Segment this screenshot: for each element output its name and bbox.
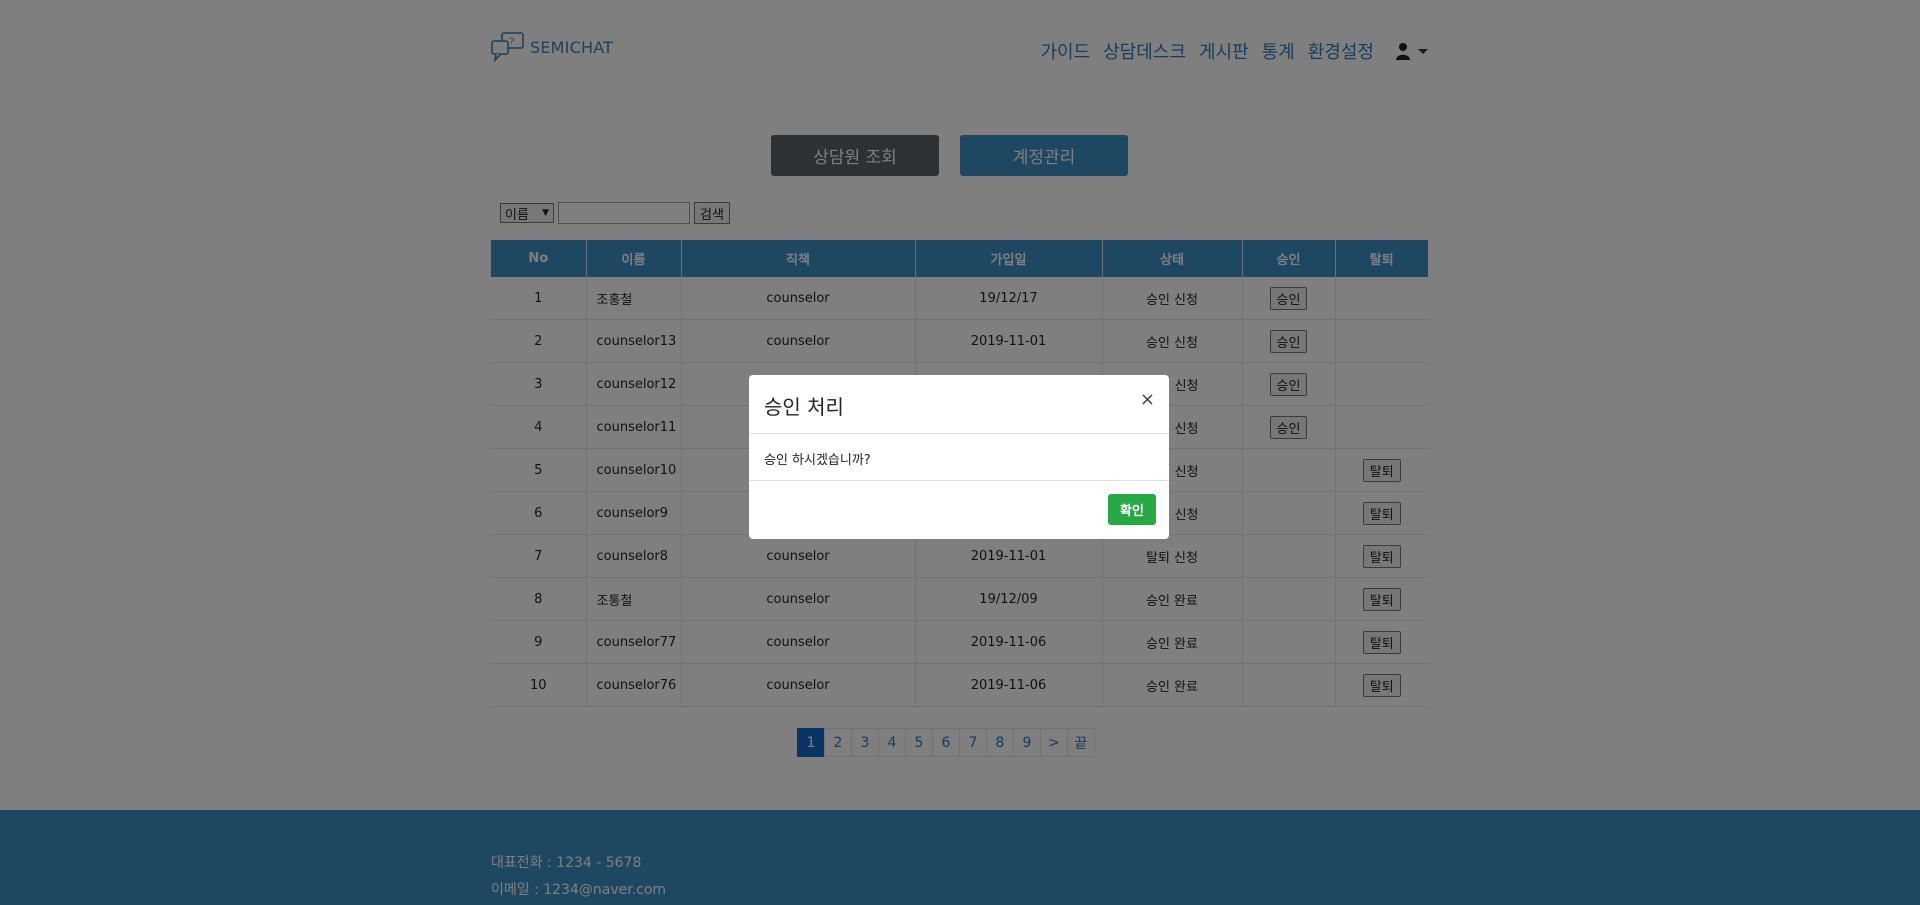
approve-modal: 승인 처리 × 승인 하시겠습니까? 확인 bbox=[749, 375, 1169, 539]
modal-title: 승인 처리 bbox=[764, 395, 844, 419]
close-icon[interactable]: × bbox=[1140, 389, 1155, 410]
modal-body: 승인 하시겠습니까? bbox=[749, 434, 1169, 481]
confirm-button[interactable]: 확인 bbox=[1108, 494, 1156, 525]
page: ? SEMICHAT 가이드 상담데스크 게시판 통계 환경설정 상담원 조회 … bbox=[0, 0, 1920, 905]
modal-footer: 확인 bbox=[749, 481, 1169, 540]
modal-message: 승인 하시겠습니까? bbox=[764, 453, 871, 468]
modal-header: 승인 처리 × bbox=[749, 375, 1169, 434]
